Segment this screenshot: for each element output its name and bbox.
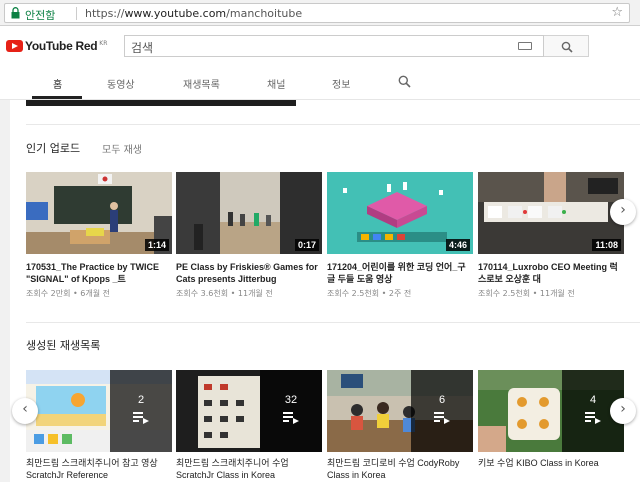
- previous-video-thumbnail[interactable]: [26, 100, 296, 106]
- masthead: YouTube Red KR 검색: [0, 26, 640, 64]
- playlist-video-count: 6: [438, 394, 446, 406]
- video-duration: 4:46: [445, 239, 470, 251]
- youtube-play-icon: [6, 40, 23, 52]
- video-meta: 조회수 2만회 • 6개월 전: [26, 289, 110, 298]
- video-views: 조회수 2.5천회: [478, 289, 531, 298]
- chevron-right-icon: ›: [620, 401, 626, 417]
- url-separator: [76, 7, 77, 20]
- playlists-section-title[interactable]: 생성된 재생목록: [26, 337, 100, 353]
- url-host: www.youtube.com: [124, 7, 227, 20]
- playlist-title[interactable]: 최만드림 스크래치주니어 수업 ScratchJr Class in Korea: [176, 457, 322, 481]
- video-title[interactable]: 171204_어린이를 위한 코딩 언어_구글 두들 도움 영상: [327, 261, 473, 285]
- url-prefix: https://: [85, 7, 125, 20]
- tab-videos[interactable]: 동영상: [107, 76, 135, 91]
- section-divider: [26, 124, 640, 125]
- playlist-overlay: 6: [411, 370, 473, 452]
- video-thumbnail[interactable]: 4:46: [327, 172, 473, 254]
- video-age: 6개월 전: [80, 289, 110, 298]
- video-thumbnail[interactable]: 1:14: [26, 172, 172, 254]
- playlist-thumbnail[interactable]: 32: [176, 370, 322, 452]
- playlist-thumbnail[interactable]: 6: [327, 370, 473, 452]
- active-tab-indicator: [32, 96, 82, 99]
- video-meta: 조회수 2.5천회 • 2주 전: [327, 289, 412, 298]
- playlist-title[interactable]: 최만드림 스크래치주니어 참고 영상 ScratchJr Reference: [26, 457, 172, 481]
- playlist-icon: [434, 412, 450, 424]
- video-views: 조회수 2.5천회: [327, 289, 380, 298]
- video-title[interactable]: PE Class by Friskies® Games for Cats pre…: [176, 261, 322, 285]
- video-meta: 조회수 3.6천회 • 11개월 전: [176, 289, 273, 298]
- search-input[interactable]: 검색: [124, 35, 544, 57]
- video-meta: 조회수 2.5천회 • 11개월 전: [478, 289, 575, 298]
- video-age: 2주 전: [388, 289, 412, 298]
- playlist-icon: [585, 412, 601, 424]
- url-path: /manchoitube: [226, 7, 303, 20]
- popular-section-title[interactable]: 인기 업로드: [26, 140, 80, 156]
- shelf-prev-button[interactable]: ‹: [12, 398, 38, 424]
- playlist-overlay: 2: [110, 370, 172, 452]
- lock-icon: [11, 7, 20, 19]
- video-views: 조회수 2만회: [26, 289, 71, 298]
- video-thumbnail[interactable]: 11:08: [478, 172, 624, 254]
- video-duration: 1:14: [144, 239, 169, 251]
- video-thumbnail[interactable]: 0:17: [176, 172, 322, 254]
- shelf-next-button[interactable]: ›: [610, 199, 636, 225]
- search-bar: 검색: [124, 35, 589, 57]
- playlist-icon: [283, 412, 299, 424]
- video-title[interactable]: 170531_The Practice by TWICE "SIGNAL" of…: [26, 261, 172, 285]
- video-views: 조회수 3.6천회: [176, 289, 229, 298]
- section-divider: [26, 322, 640, 323]
- video-age: 11개월 전: [237, 289, 273, 298]
- playlist-title[interactable]: 최만드림 코디로비 수업 CodyRoby Class in Korea: [327, 457, 473, 481]
- video-duration: 11:08: [592, 239, 621, 251]
- search-icon: [561, 41, 573, 53]
- channel-content: 인기 업로드 모두 재생 1:14 170531_The Practice by…: [10, 100, 640, 482]
- secure-label: 안전함: [25, 9, 56, 22]
- playlist-icon: [133, 412, 149, 424]
- tab-channels[interactable]: 채널: [267, 76, 285, 91]
- bookmark-star-icon[interactable]: ☆: [611, 5, 623, 20]
- playlist-thumbnail[interactable]: 4: [478, 370, 624, 452]
- play-all-link[interactable]: 모두 재생: [102, 141, 142, 156]
- tab-playlists[interactable]: 재생목록: [183, 76, 220, 91]
- search-button[interactable]: [544, 35, 589, 57]
- playlist-title[interactable]: 키보 수업 KIBO Class in Korea: [478, 457, 624, 469]
- tab-about[interactable]: 정보: [332, 76, 350, 91]
- shelf-next-button[interactable]: ›: [610, 398, 636, 424]
- playlist-thumbnail[interactable]: 2: [26, 370, 172, 452]
- channel-search-icon[interactable]: [398, 75, 411, 88]
- url-text[interactable]: https://www.youtube.com/manchoitube: [85, 7, 302, 20]
- playlist-video-count: 2: [137, 394, 145, 406]
- logo-region: KR: [99, 39, 108, 47]
- url-field[interactable]: 안전함 https://www.youtube.com/manchoitube …: [4, 3, 630, 23]
- browser-address-bar: 안전함 https://www.youtube.com/manchoitube …: [0, 0, 640, 26]
- keyboard-icon[interactable]: [518, 42, 532, 50]
- logo-text: YouTube Red: [25, 39, 98, 53]
- chevron-left-icon: ‹: [22, 401, 28, 417]
- chevron-right-icon: ›: [620, 202, 626, 218]
- channel-tabs: 홈 동영상 재생목록 채널 정보: [0, 64, 640, 100]
- playlist-video-count: 32: [284, 394, 298, 406]
- playlist-overlay: 32: [260, 370, 322, 452]
- youtube-red-logo[interactable]: YouTube Red KR: [6, 39, 107, 53]
- video-duration: 0:17: [294, 239, 319, 251]
- video-title[interactable]: 170114_Luxrobo CEO Meeting 럭스로보 오상훈 대: [478, 261, 624, 285]
- tab-home[interactable]: 홈: [53, 76, 62, 91]
- video-age: 11개월 전: [539, 289, 575, 298]
